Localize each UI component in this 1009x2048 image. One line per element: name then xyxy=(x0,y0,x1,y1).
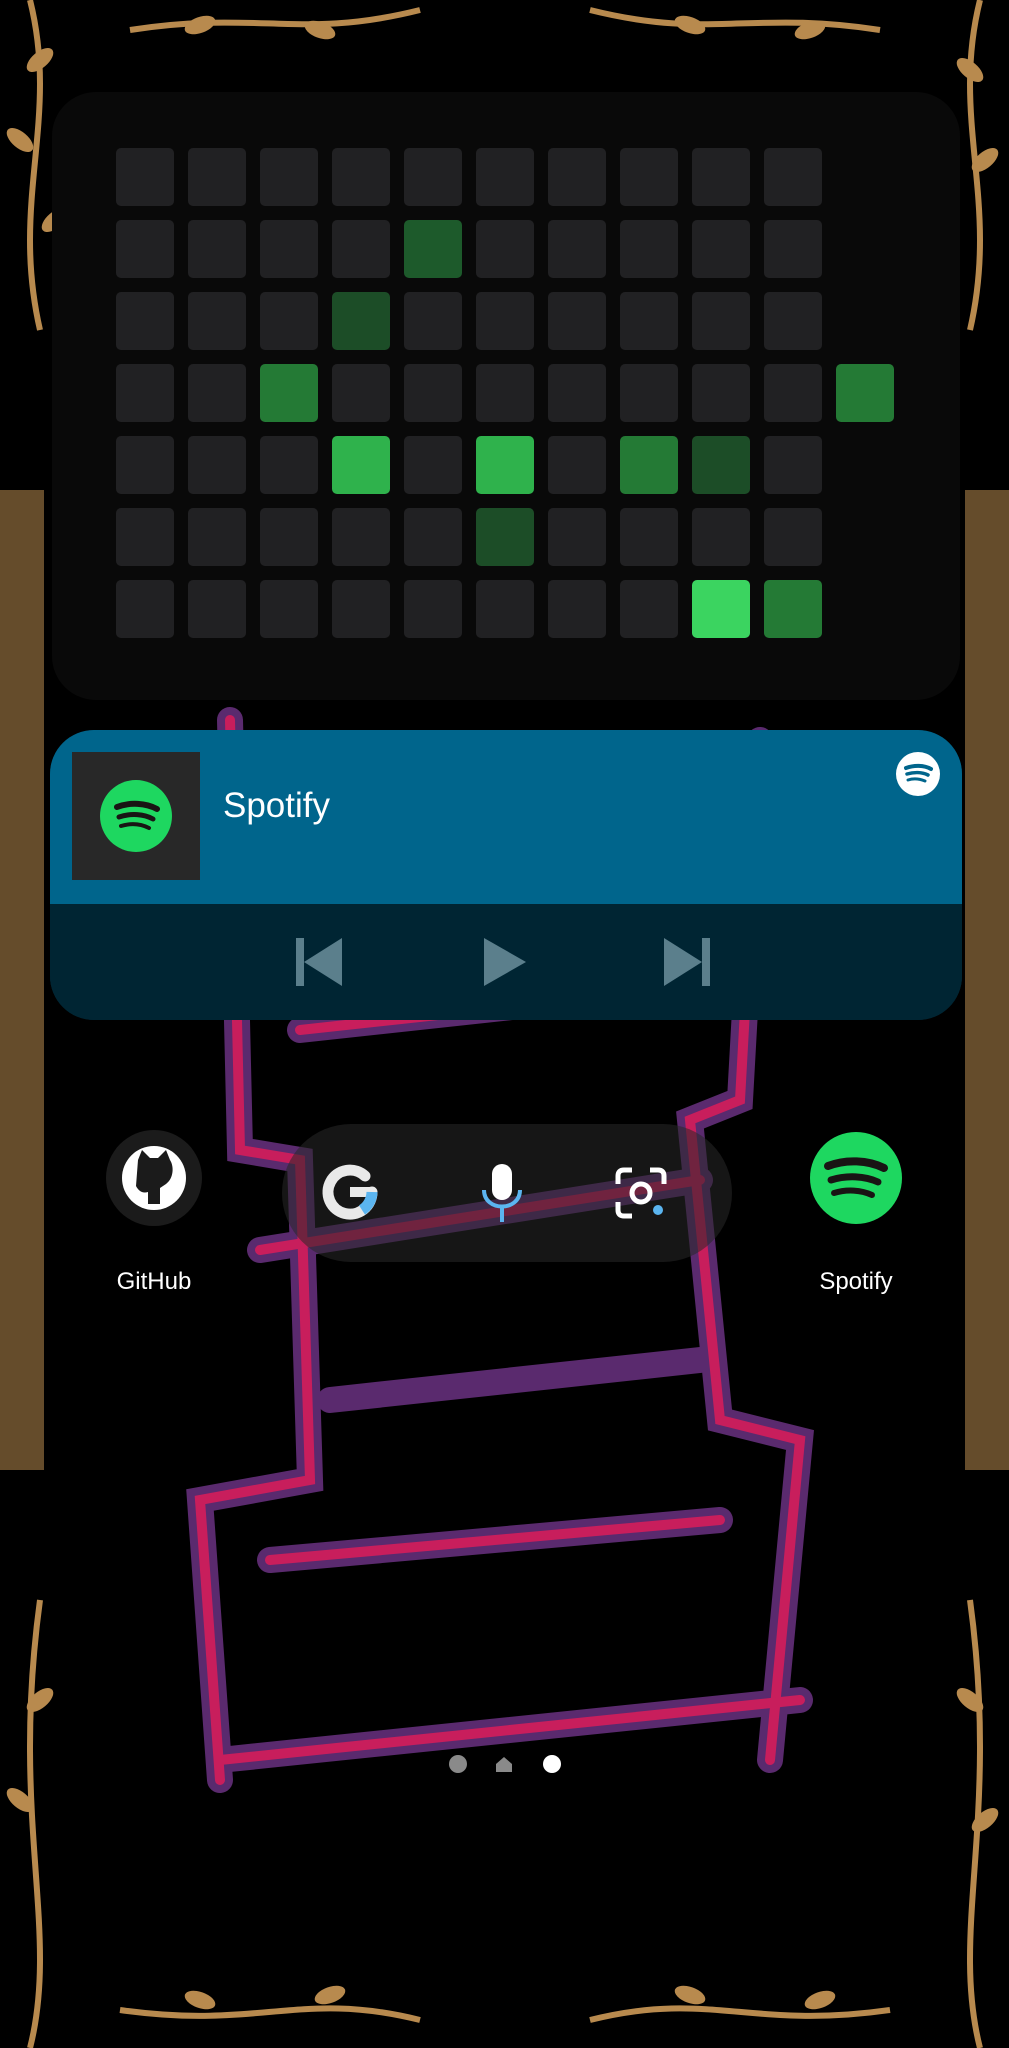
contribution-cell xyxy=(188,292,246,350)
contribution-cell xyxy=(548,220,606,278)
contribution-cell xyxy=(692,364,750,422)
contribution-cell xyxy=(404,292,462,350)
contribution-cell xyxy=(836,364,894,422)
page-indicator[interactable] xyxy=(446,1752,566,1776)
contribution-cell xyxy=(620,220,678,278)
contribution-cell xyxy=(404,508,462,566)
contribution-cell xyxy=(620,508,678,566)
contribution-cell xyxy=(620,364,678,422)
contribution-cell xyxy=(620,148,678,206)
contribution-cell xyxy=(476,508,534,566)
contribution-cell xyxy=(404,148,462,206)
contribution-cell xyxy=(764,508,822,566)
page-indicator-dots xyxy=(449,1755,561,1773)
contribution-cell xyxy=(404,580,462,638)
contribution-cell xyxy=(476,580,534,638)
page-dot-1 xyxy=(449,1755,467,1773)
contribution-cell xyxy=(260,148,318,206)
contribution-cell xyxy=(692,508,750,566)
spotify-badge-icon[interactable] xyxy=(896,752,940,796)
contribution-cell xyxy=(548,148,606,206)
app-github[interactable]: GitHub xyxy=(104,1128,204,1295)
contribution-cell xyxy=(332,148,390,206)
contribution-cell xyxy=(548,508,606,566)
contribution-cell xyxy=(332,508,390,566)
contribution-cell xyxy=(188,220,246,278)
contribution-cell xyxy=(548,364,606,422)
contribution-cell xyxy=(116,220,174,278)
contribution-cell xyxy=(548,292,606,350)
contribution-cell xyxy=(764,220,822,278)
contribution-cell xyxy=(188,508,246,566)
contribution-cell xyxy=(692,436,750,494)
contribution-cell xyxy=(332,220,390,278)
contribution-cell xyxy=(260,436,318,494)
app-spotify[interactable]: Spotify xyxy=(806,1128,906,1295)
app-label-github: GitHub xyxy=(116,1268,192,1295)
contribution-cell xyxy=(260,220,318,278)
contribution-cell xyxy=(692,220,750,278)
previous-track-button[interactable] xyxy=(292,934,348,990)
contribution-cell xyxy=(692,292,750,350)
contribution-cell xyxy=(692,148,750,206)
contribution-cell xyxy=(620,580,678,638)
contribution-cell xyxy=(764,148,822,206)
microphone-icon[interactable] xyxy=(478,1162,526,1224)
contribution-cell xyxy=(116,436,174,494)
contribution-cell xyxy=(332,292,390,350)
contribution-cell xyxy=(476,292,534,350)
media-app-title: Spotify xyxy=(223,786,330,825)
contribution-cell xyxy=(404,436,462,494)
contribution-cell xyxy=(188,580,246,638)
spotify-logo-icon xyxy=(100,780,172,852)
contribution-cell xyxy=(260,364,318,422)
contribution-cell xyxy=(188,364,246,422)
contribution-cell xyxy=(116,148,174,206)
contribution-cell xyxy=(260,580,318,638)
contribution-cell xyxy=(764,364,822,422)
contribution-cell xyxy=(404,364,462,422)
page-dot-current xyxy=(543,1755,561,1773)
google-g-icon[interactable] xyxy=(318,1160,382,1224)
contribution-cell xyxy=(260,508,318,566)
contribution-cell xyxy=(332,364,390,422)
contribution-cell xyxy=(116,364,174,422)
contribution-cell xyxy=(188,436,246,494)
media-header: Spotify xyxy=(50,730,962,904)
contribution-cell xyxy=(548,436,606,494)
spotify-app-icon xyxy=(810,1132,902,1224)
contribution-cell xyxy=(476,148,534,206)
contribution-cell xyxy=(620,292,678,350)
contribution-cell xyxy=(620,436,678,494)
github-icon xyxy=(106,1130,202,1226)
contribution-cell xyxy=(476,436,534,494)
next-track-button[interactable] xyxy=(658,934,714,990)
contribution-graph-widget[interactable] xyxy=(52,92,960,700)
contribution-cell xyxy=(404,220,462,278)
google-search-bar[interactable] xyxy=(282,1124,732,1262)
contribution-cell xyxy=(188,148,246,206)
play-button[interactable] xyxy=(476,934,532,990)
app-label-spotify: Spotify xyxy=(819,1268,893,1295)
contribution-cell xyxy=(476,220,534,278)
contribution-cell xyxy=(332,580,390,638)
contribution-cell xyxy=(764,580,822,638)
contribution-cell xyxy=(116,580,174,638)
contribution-cell xyxy=(332,436,390,494)
contribution-cell xyxy=(764,292,822,350)
contribution-cell xyxy=(476,364,534,422)
contribution-cell xyxy=(116,508,174,566)
contribution-cell xyxy=(692,580,750,638)
contribution-cell xyxy=(764,436,822,494)
contribution-cell xyxy=(260,292,318,350)
home-page-dot-icon xyxy=(496,1757,512,1772)
contribution-cell xyxy=(548,580,606,638)
media-player-widget[interactable]: Spotify xyxy=(50,730,962,1020)
album-art[interactable] xyxy=(72,752,200,880)
lens-camera-icon[interactable] xyxy=(612,1164,670,1222)
contribution-cell xyxy=(116,292,174,350)
